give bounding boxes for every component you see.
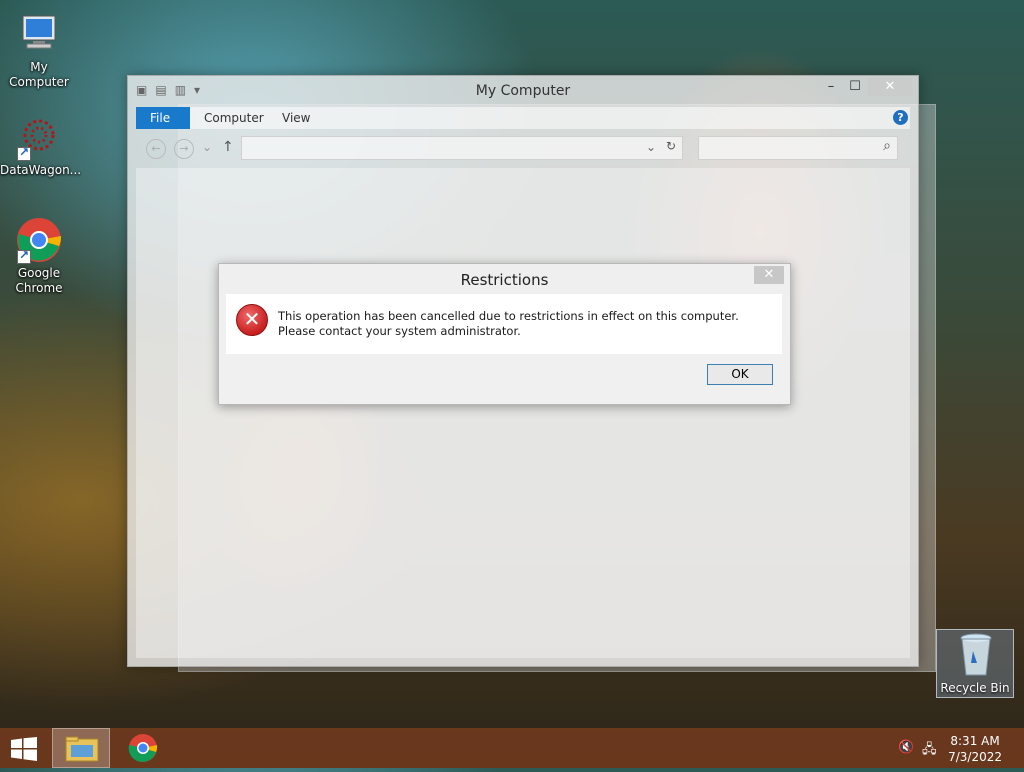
close-button[interactable]: ✕ xyxy=(868,78,912,96)
shortcut-arrow-icon xyxy=(17,248,31,264)
desktop-icon-recycle-bin[interactable]: Recycle Bin xyxy=(936,629,1014,698)
dialog-titlebar[interactable]: Restrictions ✕ xyxy=(219,264,790,294)
tab-file[interactable]: File xyxy=(136,107,190,129)
content-area[interactable] xyxy=(136,168,910,658)
help-icon[interactable]: ? xyxy=(893,110,908,125)
search-icon: ⌕ xyxy=(883,138,891,154)
computer-icon xyxy=(15,10,63,58)
speaker-muted-icon[interactable]: 🔇 xyxy=(898,740,914,755)
forward-button[interactable]: → xyxy=(174,139,194,159)
back-button[interactable]: ← xyxy=(146,139,166,159)
address-dropdown-icon[interactable]: ⌄ xyxy=(646,140,656,154)
chrome-icon xyxy=(128,734,158,762)
minimize-button[interactable]: – xyxy=(818,78,844,96)
windows-logo-icon xyxy=(11,737,37,761)
tab-computer[interactable]: Computer xyxy=(190,107,278,129)
window-title: My Computer xyxy=(475,83,571,99)
dialog-title: Restrictions xyxy=(460,271,549,289)
recycle-bin-icon xyxy=(959,633,993,680)
ribbon-tabs: File Computer View ? xyxy=(136,107,910,129)
start-button[interactable] xyxy=(10,737,38,761)
tab-view[interactable]: View xyxy=(268,107,324,129)
taskbar-file-explorer[interactable] xyxy=(52,728,110,768)
taskbar-google-chrome[interactable] xyxy=(114,728,172,768)
desktop-icon-google-chrome[interactable]: Google Chrome xyxy=(0,216,78,296)
desktop-icon-datawagon[interactable]: DataWagon... xyxy=(0,113,82,178)
dialog-body: ✕ This operation has been cancelled due … xyxy=(226,294,782,354)
network-icon[interactable]: 🖧 xyxy=(922,740,937,762)
folder-icon xyxy=(65,736,99,762)
desktop-icon-my-computer[interactable]: My Computer xyxy=(0,10,78,90)
refresh-icon[interactable]: ↻ xyxy=(666,139,676,153)
search-input[interactable]: ⌕ xyxy=(698,136,898,160)
datawagon-icon xyxy=(15,113,63,161)
recent-locations-icon[interactable]: ⌄ xyxy=(202,140,212,154)
maximize-button[interactable]: ☐ xyxy=(842,78,868,96)
ok-button[interactable]: OK xyxy=(707,364,773,385)
shortcut-arrow-icon xyxy=(17,145,31,161)
recycle-bin-label: Recycle Bin xyxy=(940,681,1010,695)
system-clock[interactable]: 8:31 AM 7/3/2022 xyxy=(948,733,1002,765)
clock-date: 7/3/2022 xyxy=(948,750,1002,764)
taskbar: 🔇 🖧 8:31 AM 7/3/2022 xyxy=(0,728,1024,768)
chrome-icon xyxy=(15,216,63,264)
window-titlebar[interactable]: ▣ ▤ ▥ ▾ My Computer – ☐ ✕ xyxy=(128,76,918,106)
dialog-close-button[interactable]: ✕ xyxy=(754,266,784,284)
up-button[interactable]: ↑ xyxy=(222,139,234,155)
desktop-icon-label: Google Chrome xyxy=(15,266,63,295)
clock-time: 8:31 AM xyxy=(950,734,1000,748)
address-bar[interactable]: ⌄ ↻ xyxy=(241,136,683,160)
desktop-icon-label: DataWagon... xyxy=(0,163,82,177)
restrictions-dialog[interactable]: Restrictions ✕ ✕ This operation has been… xyxy=(218,263,791,405)
error-icon: ✕ xyxy=(236,304,268,336)
dialog-message: This operation has been cancelled due to… xyxy=(278,309,739,338)
navigation-bar: ← → ⌄ ↑ ⌄ ↻ ⌕ xyxy=(136,136,910,160)
desktop-icon-label: My Computer xyxy=(9,60,69,89)
